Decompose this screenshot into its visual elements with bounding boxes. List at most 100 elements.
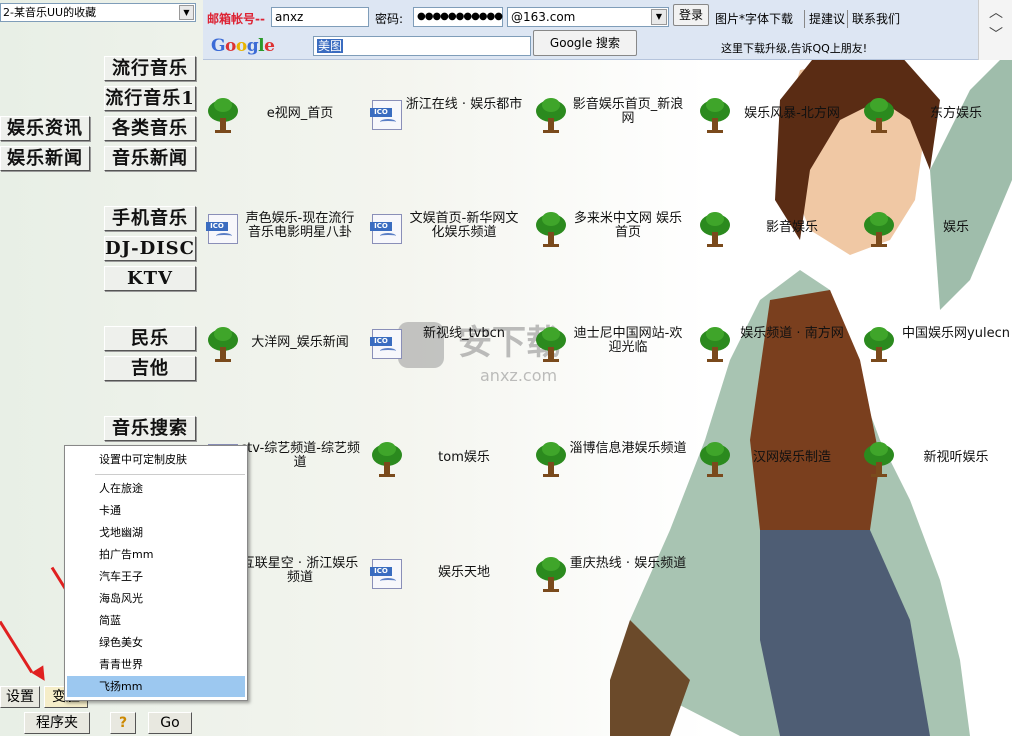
shortcut-item[interactable]: 影音娱乐 [698,212,858,272]
shortcut-item[interactable]: 娱乐 [862,212,1012,272]
shortcut-label[interactable]: 大洋网_娱乐新闻 [240,336,360,350]
shortcut-label[interactable]: e视网_首页 [240,107,360,121]
shortcut-item[interactable]: ICO 娱乐天地 [370,557,530,617]
tree-icon[interactable] [534,98,568,134]
nav-button[interactable]: 音乐新闻 [104,146,196,171]
chevron-down-icon[interactable]: ▼ [651,9,667,25]
ico-file-icon[interactable]: ICO [370,327,404,363]
shortcut-label[interactable]: 中国娱乐网yulecn [896,327,1012,341]
skin-menu-item[interactable]: 人在旅途 [67,478,245,499]
shortcut-item[interactable]: 新视听娱乐 [862,442,1012,502]
shortcut-item[interactable]: ICO 文娱首页-新华网文化娱乐频道 [370,212,530,272]
tree-icon[interactable] [534,212,568,248]
shortcut-item[interactable]: 中国娱乐网yulecn [862,327,1012,387]
nav-button[interactable]: DJ-DISCO [104,236,196,261]
shortcut-label[interactable]: 娱乐 [896,221,1012,235]
scrollbar[interactable]: ︿ ﹀ [978,0,1012,60]
shortcut-item[interactable]: 娱乐风暴-北方网 [698,98,858,158]
tree-icon[interactable] [206,327,240,363]
shortcut-item[interactable]: 多来米中文网 娱乐 首页 [534,212,694,272]
nav-button[interactable]: 吉他 [104,356,196,381]
tree-icon[interactable] [862,442,896,478]
password-input[interactable]: ●●●●●●●●●●● [413,7,503,27]
skin-menu-item[interactable]: 卡通 [67,500,245,521]
shortcut-item[interactable]: ICO 浙江在线 · 娱乐都市 [370,98,530,158]
link-suggestions[interactable]: 提建议 [804,10,845,28]
shortcut-label[interactable]: 汉网娱乐制造 [732,451,852,465]
shortcut-item[interactable]: 重庆热线 · 娱乐频道 [534,557,694,617]
settings-button[interactable]: 设置 [0,686,40,708]
shortcut-item[interactable]: tom娱乐 [370,442,530,502]
nav-button[interactable]: 流行音乐 [104,56,196,81]
link-font-download[interactable]: 图片*字体下载 [715,10,793,28]
ico-file-icon[interactable]: ICO [370,212,404,248]
skin-menu-item[interactable]: 简蓝 [67,610,245,631]
shortcut-label[interactable]: 重庆热线 · 娱乐频道 [568,557,688,571]
upgrade-notice[interactable]: 这里下载升级,告诉QQ上朋友! [721,40,867,58]
skin-menu-item[interactable]: 汽车王子 [67,566,245,587]
ico-file-icon[interactable]: ICO [206,212,240,248]
shortcut-label[interactable]: 娱乐天地 [404,566,524,580]
shortcut-label[interactable]: 影音娱乐 [732,221,852,235]
shortcut-item[interactable]: e视网_首页 [206,98,366,158]
scroll-up-icon[interactable]: ︿ [987,4,1005,22]
tree-icon[interactable] [698,327,732,363]
email-input[interactable]: anxz [271,7,369,27]
login-button[interactable]: 登录 [673,4,709,26]
tree-icon[interactable] [698,442,732,478]
tree-icon[interactable] [206,98,240,134]
nav-button[interactable]: 民乐 [104,326,196,351]
nav-button[interactable]: 娱乐资讯 [0,116,90,141]
domain-select[interactable]: @163.com ▼ [507,7,669,27]
tree-icon[interactable] [862,98,896,134]
tree-icon[interactable] [862,212,896,248]
nav-button[interactable]: 娱乐新闻 [0,146,90,171]
help-icon[interactable]: ? [110,712,136,734]
tree-icon[interactable] [534,557,568,593]
shortcut-label[interactable]: 娱乐频道 · 南方网 [732,327,852,341]
shortcut-label[interactable]: 新视线_tvbcn [404,327,524,341]
skin-menu-item[interactable]: 绿色美女 [67,632,245,653]
shortcut-item[interactable]: ICO 新视线_tvbcn [370,327,530,387]
nav-button[interactable]: 各类音乐 [104,116,196,141]
tree-icon[interactable] [370,442,404,478]
shortcut-label[interactable]: 影音娱乐首页_新浪网 [568,98,688,126]
ico-file-icon[interactable]: ICO [370,557,404,593]
favorites-select[interactable]: 2-某音乐UU的收藏 ▼ [0,3,196,22]
google-search-input[interactable]: 美图 [313,36,531,56]
nav-button[interactable]: 流行音乐1 [104,86,196,111]
shortcut-label[interactable]: 娱乐风暴-北方网 [732,107,852,121]
shortcut-label[interactable]: ctv-综艺频道-综艺频道 [240,442,360,470]
tree-icon[interactable] [698,212,732,248]
shortcut-item[interactable]: 东方娱乐 [862,98,1012,158]
google-search-button[interactable]: Google 搜索 [533,30,637,56]
shortcut-label[interactable]: 多来米中文网 娱乐 首页 [568,212,688,240]
program-folder-button[interactable]: 程序夹 [24,712,90,734]
shortcut-item[interactable]: 大洋网_娱乐新闻 [206,327,366,387]
nav-button[interactable]: KTV [104,266,196,291]
shortcut-label[interactable]: 新视听娱乐 [896,451,1012,465]
go-button[interactable]: Go [148,712,192,734]
nav-button[interactable]: 手机音乐 [104,206,196,231]
skin-menu-item[interactable]: 青青世界 [67,654,245,675]
shortcut-item[interactable]: ICO 声色娱乐-现在流行音乐电影明星八卦 [206,212,366,272]
shortcut-label[interactable]: 浙江在线 · 娱乐都市 [404,98,524,112]
chevron-down-icon[interactable]: ▼ [179,5,194,20]
link-contact[interactable]: 联系我们 [847,10,900,28]
skin-menu-item[interactable]: 戈地幽湖 [67,522,245,543]
tree-icon[interactable] [534,327,568,363]
shortcut-item[interactable]: 影音娱乐首页_新浪网 [534,98,694,158]
tree-icon[interactable] [534,442,568,478]
shortcut-item[interactable]: 迪士尼中国网站-欢迎光临 [534,327,694,387]
scroll-down-icon[interactable]: ﹀ [987,26,1005,44]
shortcut-label[interactable]: 声色娱乐-现在流行音乐电影明星八卦 [240,212,360,240]
skin-menu-item[interactable]: 海岛风光 [67,588,245,609]
shortcut-label[interactable]: 文娱首页-新华网文化娱乐频道 [404,212,524,240]
shortcut-item[interactable]: 淄博信息港娱乐频道 [534,442,694,502]
skin-menu-item[interactable]: 飞扬mm [67,676,245,697]
shortcut-item[interactable]: 汉网娱乐制造 [698,442,858,502]
skin-menu-item[interactable]: 拍广告mm [67,544,245,565]
tree-icon[interactable] [862,327,896,363]
shortcut-item[interactable]: 娱乐频道 · 南方网 [698,327,858,387]
shortcut-label[interactable]: 东方娱乐 [896,107,1012,121]
